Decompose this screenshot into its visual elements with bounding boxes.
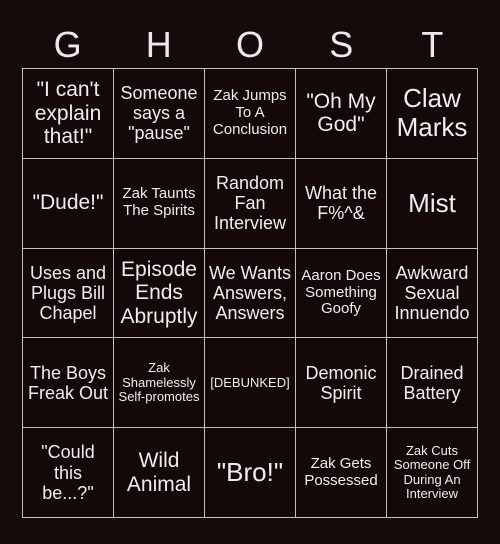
bingo-cell-label: Drained Battery xyxy=(400,362,464,403)
bingo-cell-label: [DEBUNKED] xyxy=(210,374,290,390)
bingo-cell[interactable]: Zak Jumps To A Conclusion xyxy=(205,69,296,159)
bingo-cell[interactable]: Episode Ends Abruptly xyxy=(114,248,205,339)
bingo-cell[interactable]: Mist xyxy=(387,158,478,249)
bingo-cell[interactable]: We Wants Answers, Answers xyxy=(205,248,296,339)
bingo-cell-label: "Bro!" xyxy=(216,457,284,488)
bingo-cell-label: Random Fan Interview xyxy=(213,172,287,234)
bingo-cell-label: Awkward Sexual Innuendo xyxy=(394,262,470,324)
bingo-cell-label: "Dude!" xyxy=(32,191,104,215)
bingo-card: G H O S T "I can't explain that!" Someon… xyxy=(0,0,500,544)
header-letter-2: O xyxy=(236,24,265,65)
bingo-cell-label: We Wants Answers, Answers xyxy=(208,262,292,324)
bingo-cell-label: "Could this be...?" xyxy=(41,442,95,503)
bingo-cell[interactable]: Claw Marks xyxy=(387,69,478,159)
bingo-cell[interactable]: Someone says a "pause" xyxy=(114,69,205,159)
bingo-cell-label: The Boys Freak Out xyxy=(27,362,109,403)
bingo-cell[interactable]: Random Fan Interview xyxy=(205,158,296,249)
header-letter-1: H xyxy=(145,24,172,65)
bingo-cell[interactable]: The Boys Freak Out xyxy=(23,338,114,429)
bingo-cell[interactable]: "Oh My God" xyxy=(296,69,387,159)
bingo-cell-label: Wild Animal xyxy=(126,449,192,496)
bingo-cell-label: Aaron Does Something Goofy xyxy=(301,266,381,318)
bingo-cell-label: What the F%^& xyxy=(304,183,378,224)
bingo-cell-label: Zak Shamelessly Self-promotes xyxy=(118,359,200,405)
bingo-cell[interactable]: Aaron Does Something Goofy xyxy=(296,248,387,339)
bingo-cell-label: Zak Jumps To A Conclusion xyxy=(212,87,288,138)
bingo-cell-label: Uses and Plugs Bill Chapel xyxy=(29,262,107,324)
header-letter-0: G xyxy=(53,24,82,65)
bingo-cell[interactable]: Awkward Sexual Innuendo xyxy=(387,248,478,339)
bingo-cell[interactable]: Demonic Spirit xyxy=(296,338,387,429)
bingo-cell-label: Episode Ends Abruptly xyxy=(120,257,198,328)
bingo-cell-label: "I can't explain that!" xyxy=(34,78,102,149)
bingo-cell-label: Claw Marks xyxy=(396,83,468,143)
bingo-cell[interactable]: Wild Animal xyxy=(114,428,205,518)
bingo-cell[interactable]: Drained Battery xyxy=(387,338,478,429)
bingo-cell[interactable]: "Bro!" xyxy=(205,428,296,518)
bingo-cell[interactable]: Uses and Plugs Bill Chapel xyxy=(23,248,114,339)
bingo-cell-label: Demonic Spirit xyxy=(305,362,377,403)
header-letter-4: T xyxy=(421,24,444,65)
bingo-cell-label: Zak Gets Possessed xyxy=(304,454,378,489)
bingo-cell-label: Mist xyxy=(408,187,456,218)
bingo-header: G H O S T xyxy=(22,22,478,68)
bingo-cell[interactable]: Zak Shamelessly Self-promotes xyxy=(114,338,205,429)
header-letter-3: S xyxy=(329,24,354,65)
bingo-cell[interactable]: "Dude!" xyxy=(23,158,114,249)
bingo-cell[interactable]: Zak Taunts The Spirits xyxy=(114,158,205,249)
bingo-cell[interactable]: What the F%^& xyxy=(296,158,387,249)
bingo-cell-label: Zak Taunts The Spirits xyxy=(122,185,196,220)
bingo-cell[interactable]: [DEBUNKED] xyxy=(205,338,296,429)
bingo-cell[interactable]: "I can't explain that!" xyxy=(23,69,114,159)
bingo-grid: "I can't explain that!" Someone says a "… xyxy=(22,68,478,518)
bingo-cell-label: Someone says a "pause" xyxy=(120,83,198,144)
bingo-cell-label: Zak Cuts Someone Off During An Interview xyxy=(393,442,471,502)
bingo-cell[interactable]: Zak Cuts Someone Off During An Interview xyxy=(387,428,478,518)
bingo-cell[interactable]: Zak Gets Possessed xyxy=(296,428,387,518)
bingo-cell[interactable]: "Could this be...?" xyxy=(23,428,114,518)
bingo-cell-label: "Oh My God" xyxy=(306,89,376,137)
